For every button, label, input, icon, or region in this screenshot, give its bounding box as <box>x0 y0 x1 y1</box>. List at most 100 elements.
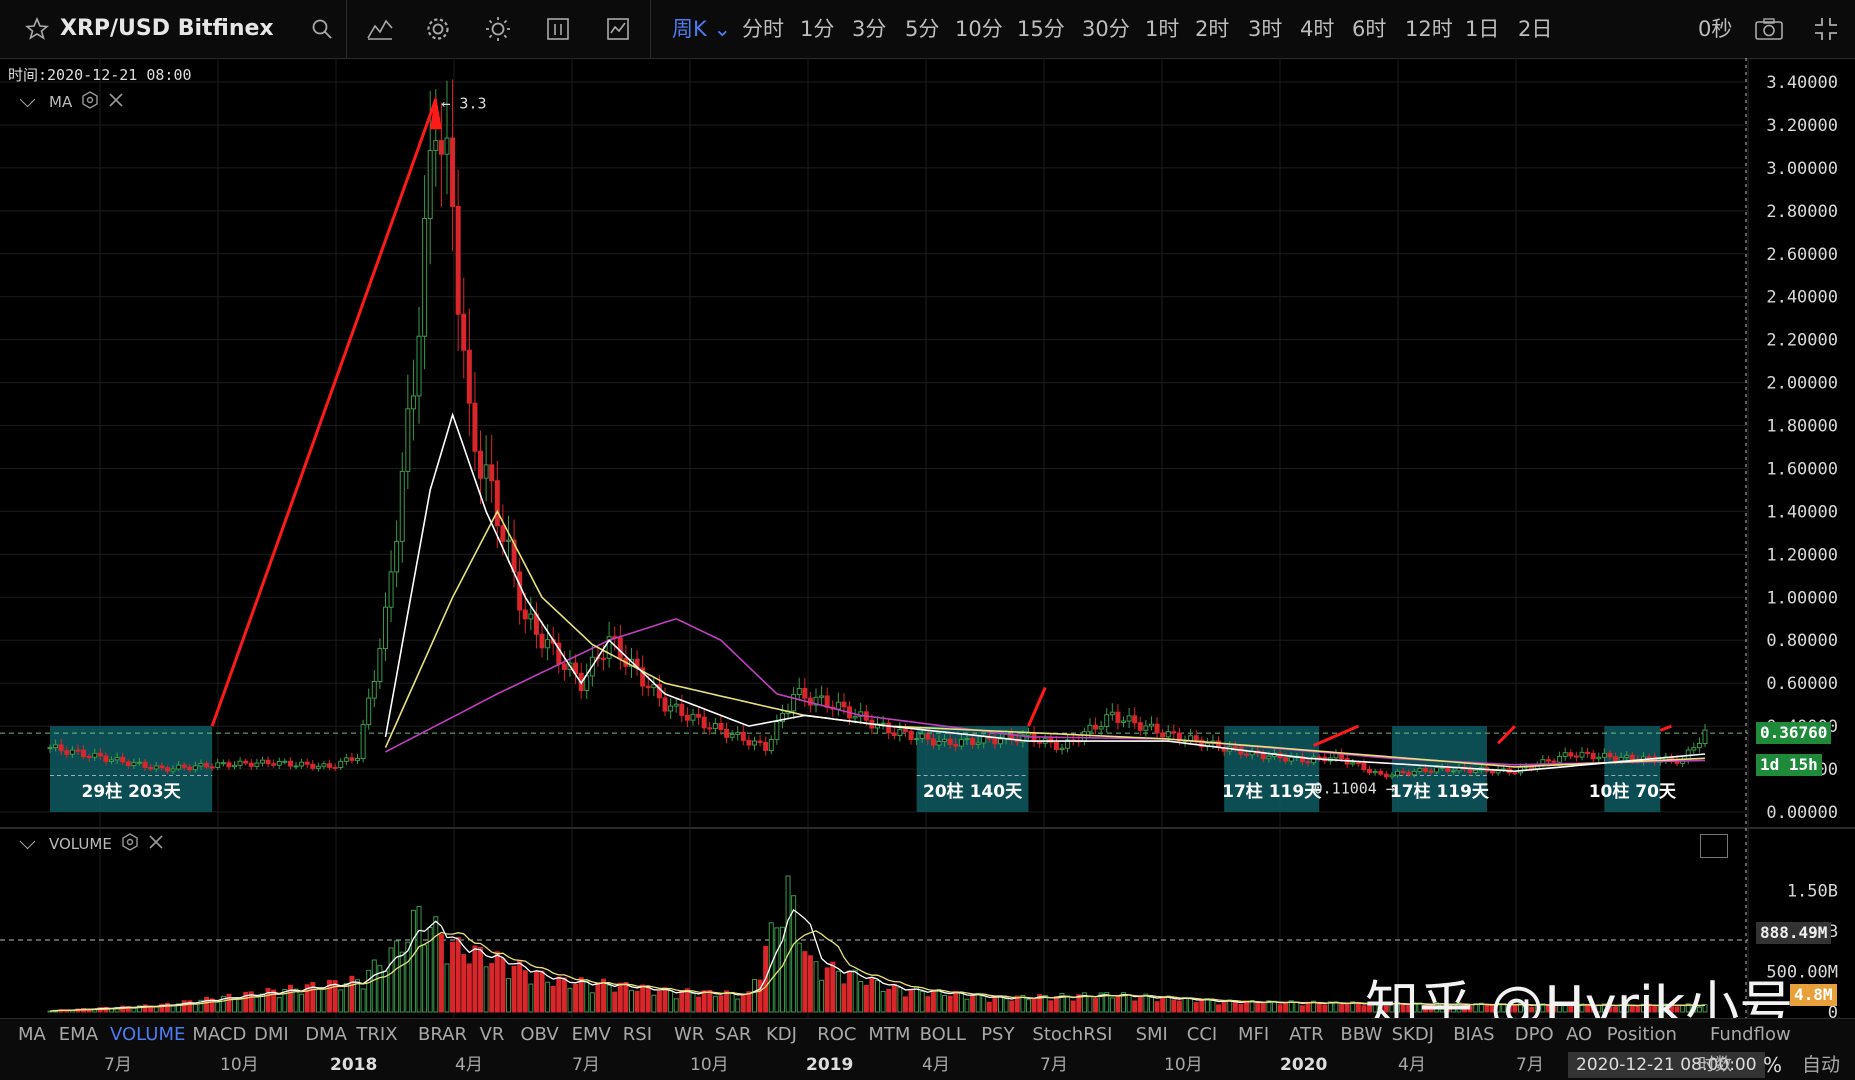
candle-body <box>908 730 914 741</box>
percent-toggle[interactable]: % <box>1763 1050 1782 1080</box>
indicator-tab-wr[interactable]: WR <box>674 1019 704 1051</box>
indicator-tab-kdj[interactable]: KDJ <box>766 1019 797 1051</box>
volume-bar <box>483 966 489 1013</box>
expand-panel-icon[interactable] <box>1700 834 1728 858</box>
indicator-tab-obv[interactable]: OBV <box>520 1019 558 1051</box>
fullscreen-icon[interactable] <box>1808 0 1844 58</box>
indicator-tab-rsi[interactable]: RSI <box>623 1019 652 1051</box>
interval-3[interactable]: 3分 <box>852 0 886 58</box>
box-label: 29柱 203天 <box>82 781 182 802</box>
candle-body <box>259 759 265 764</box>
indicator-tab-macd[interactable]: MACD <box>192 1019 246 1051</box>
indicator-tab-vr[interactable]: VR <box>480 1019 505 1051</box>
gear-icon[interactable] <box>420 0 456 58</box>
candle-body <box>159 765 165 769</box>
interval-9[interactable]: 2时 <box>1195 0 1229 58</box>
indicator-tab-emv[interactable]: EMV <box>572 1019 611 1051</box>
volume-bar <box>461 954 467 1013</box>
indicator-tab-position[interactable]: Position <box>1607 1019 1677 1051</box>
volume-bar <box>539 970 545 1013</box>
interval-15[interactable]: 2日 <box>1518 0 1552 58</box>
countdown-label: 0秒 <box>1698 17 1733 41</box>
candle-body <box>740 731 746 741</box>
indicator-tab-dma[interactable]: DMA <box>305 1019 347 1051</box>
volume-bar <box>181 1000 187 1013</box>
indicator-tab-atr[interactable]: ATR <box>1289 1019 1323 1051</box>
candle-body <box>472 402 478 452</box>
indicator-tab-psy[interactable]: PSY <box>981 1019 1014 1051</box>
interval-7[interactable]: 30分 <box>1082 0 1130 58</box>
star-icon[interactable] <box>20 0 54 58</box>
volume-bar <box>131 1007 137 1013</box>
interval-1[interactable]: 分时 <box>742 0 784 58</box>
candle-body <box>276 760 282 766</box>
interval-12[interactable]: 6时 <box>1352 0 1386 58</box>
indicator-tab-skdj[interactable]: SKDJ <box>1392 1019 1434 1051</box>
volume-bar <box>254 996 260 1013</box>
candle-body <box>824 695 830 708</box>
indicator-tab-brar[interactable]: BRAR <box>418 1019 467 1051</box>
indicator-tab-ema[interactable]: EMA <box>59 1019 98 1051</box>
settings-hex-icon[interactable] <box>80 90 100 114</box>
indicator-tab-trix[interactable]: TRIX <box>356 1019 397 1051</box>
candle-body <box>489 464 495 482</box>
auto-scale-toggle[interactable]: 自动 <box>1802 1050 1840 1080</box>
search-icon[interactable] <box>305 0 339 58</box>
indicator-tab-smi[interactable]: SMI <box>1136 1019 1168 1051</box>
interval-5[interactable]: 10分 <box>955 0 1003 58</box>
interval-2[interactable]: 1分 <box>800 0 834 58</box>
candle-body <box>1143 725 1149 731</box>
indicator-tab-sar[interactable]: SAR <box>715 1019 752 1051</box>
volume-bar <box>1210 999 1216 1013</box>
collapse-chevron-icon[interactable] <box>19 91 36 107</box>
indicator-tab-mtm[interactable]: MTM <box>868 1019 910 1051</box>
interval-8[interactable]: 1时 <box>1145 0 1179 58</box>
candle-body <box>371 680 377 699</box>
settings-hex-icon[interactable] <box>120 832 140 856</box>
indicator-tab-fundflow[interactable]: Fundflow <box>1710 1019 1791 1051</box>
peak-price-label: ← 3.3 <box>441 94 486 112</box>
close-icon[interactable] <box>108 92 124 112</box>
layout-icon[interactable] <box>540 0 576 58</box>
interval-0[interactable]: 周K ⌄ <box>672 0 731 58</box>
candle-body <box>466 349 472 404</box>
indicator-tab-stochrsi[interactable]: StochRSI <box>1032 1019 1112 1051</box>
ma-panel-header: MA <box>19 90 124 114</box>
indicator-tab-cci[interactable]: CCI <box>1187 1019 1217 1051</box>
candle-body <box>349 757 355 761</box>
indicator-tab-dpo[interactable]: DPO <box>1515 1019 1554 1051</box>
indicator-tab-ma[interactable]: MA <box>18 1019 46 1051</box>
volume-bar <box>1221 1000 1227 1013</box>
theme-sun-icon[interactable] <box>480 0 516 58</box>
interval-4[interactable]: 5分 <box>905 0 939 58</box>
volume-bar <box>455 936 461 1013</box>
interval-14[interactable]: 1日 <box>1465 0 1499 58</box>
interval-10[interactable]: 3时 <box>1248 0 1282 58</box>
indicator-tab-bbw[interactable]: BBW <box>1340 1019 1382 1051</box>
interval-6[interactable]: 15分 <box>1017 0 1065 58</box>
volume-bar <box>584 980 590 1013</box>
candle-body <box>992 738 998 745</box>
price-chart[interactable]: 3.40000 3.20000 3.00000 2.80000 2.60000 2.400… <box>0 58 1855 1018</box>
candle-body <box>394 540 400 573</box>
indicator-tab-volume[interactable]: VOLUME <box>110 1019 185 1051</box>
candle-body <box>220 762 226 765</box>
chart-window-icon[interactable] <box>600 0 636 58</box>
indicator-tab-boll[interactable]: BOLL <box>920 1019 966 1051</box>
current-price-tag: 0.36760 <box>1756 722 1832 744</box>
camera-icon[interactable] <box>1750 0 1788 58</box>
interval-13[interactable]: 12时 <box>1405 0 1453 58</box>
collapse-chevron-icon[interactable] <box>19 833 36 849</box>
interval-11[interactable]: 4时 <box>1300 0 1334 58</box>
indicator-icon[interactable] <box>362 0 398 58</box>
candle-body <box>645 685 651 689</box>
candle-body <box>1305 761 1311 764</box>
indicator-tab-roc[interactable]: ROC <box>817 1019 856 1051</box>
indicator-tab-mfi[interactable]: MFI <box>1238 1019 1269 1051</box>
close-icon[interactable] <box>148 834 164 854</box>
indicator-tab-ao[interactable]: AO <box>1566 1019 1592 1051</box>
volume-bar <box>237 997 243 1013</box>
volume-bar <box>153 1006 159 1013</box>
indicator-tab-dmi[interactable]: DMI <box>254 1019 289 1051</box>
indicator-tab-bias[interactable]: BIAS <box>1453 1019 1494 1051</box>
